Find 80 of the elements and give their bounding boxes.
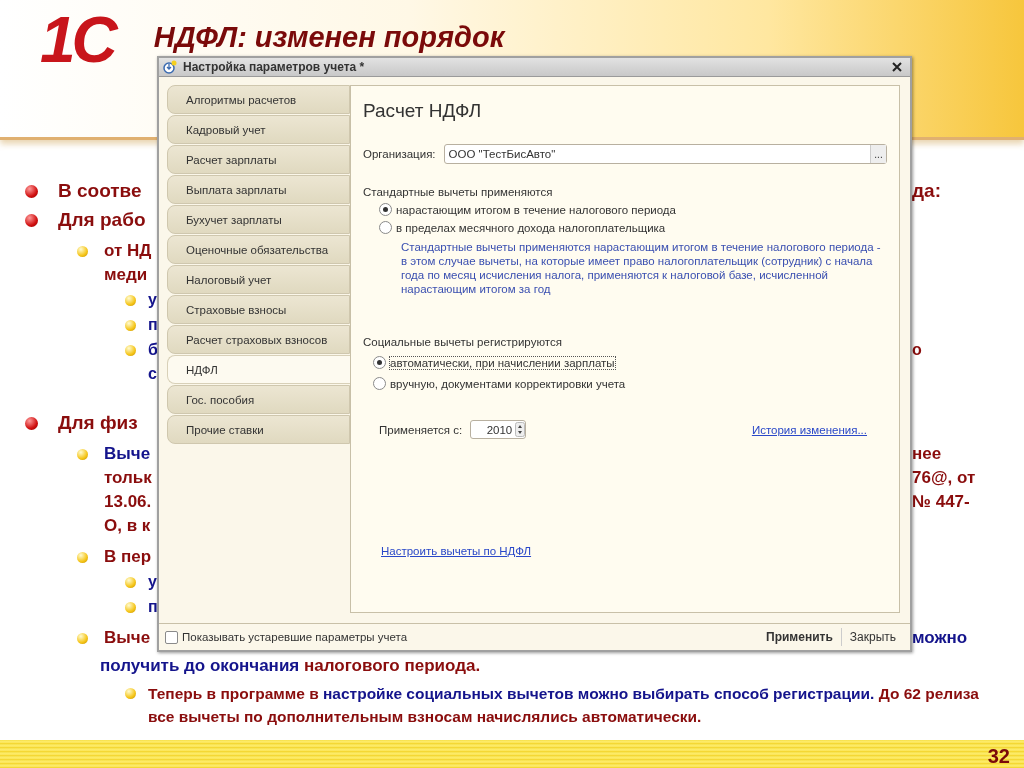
history-link[interactable]: История изменения... [751,423,867,436]
organization-label: Организация: [363,148,436,160]
radio-label[interactable]: вручную, документами корректировки учета [390,377,626,390]
bullet-text: получить до окончания налогового периода. [100,655,481,677]
organization-field[interactable]: ООО "ТестБисАвто" ... [443,144,887,164]
radio-label[interactable]: автоматически, при начислении зарплаты [390,356,615,369]
bullet-icon [125,576,136,588]
bullet-text: п [148,598,157,616]
settings-tab[interactable]: Страховые взносы [167,295,350,324]
bullet-text: В соотве [58,180,142,202]
bullet-text: Для рабо [58,209,146,231]
settings-tab[interactable]: Кадровый учет [167,115,350,144]
radio-label[interactable]: в пределах месячного дохода налогоплательщика [396,221,666,234]
bullet-icon [125,319,136,331]
year-field[interactable]: 2010 [470,420,527,439]
panel-heading: Расчет НДФЛ [363,100,483,122]
bullet-icon [125,294,136,306]
settings-tab[interactable]: Прочие ставки [167,415,350,444]
bullet-text: можно [912,628,968,647]
bullet-text: п [148,316,157,334]
bullet-text: 76@, от [912,468,976,487]
bullet-icon [125,601,136,613]
bullet-text: да: [912,180,941,201]
bullet-text: у [148,291,157,309]
settings-tab[interactable]: Расчет зарплаты [167,145,350,174]
bullet-text: № 447- [912,492,970,511]
info-note: Стандартные вычеты применяются нарастающим итогом в течение налогового периода - в этом случае вычеты, на которые имеет право налогоплательщик (сотрудник) с начала года по месяц исчисления налога, применяются к налоговой базе, исчисленной нарастающим итогом за год [401,240,882,296]
page-number: 32 [987,745,1010,768]
bullet-text: Выче [104,628,151,648]
window-title: Настройка параметров учета * [183,60,366,74]
slide-title: НДФЛ: изменен порядок [153,20,505,54]
close-icon[interactable] [892,62,902,72]
bullet-icon [25,213,38,227]
bullet-text: с [148,365,157,383]
bullet-text: Выче [104,444,151,464]
settings-tab[interactable]: Выплата зарплаты [167,175,350,204]
bullet-icon [77,551,88,563]
checkbox-label[interactable]: Показывать устаревшие параметры учета [182,631,758,643]
bullet-text: Для физ [58,412,138,434]
radio-button[interactable] [379,221,392,234]
bullet-text: О, в к [104,516,151,536]
spin-arrows-icon[interactable] [515,422,526,437]
bullet-text: нее [912,444,942,463]
applies-label: Применяется с: [379,423,463,436]
bullet-text: б [148,341,157,359]
bullet-text: тольк [104,468,152,488]
window-icon [163,60,177,74]
bullet-icon [25,416,38,430]
radio-button[interactable] [379,203,392,216]
group-label: Социальные вычеты регистрируются [363,336,563,348]
radio-button[interactable] [373,356,386,369]
settings-tab[interactable]: Алгоритмы расчетов [167,85,350,114]
bullet-text: от НД [104,241,152,261]
checkbox[interactable] [165,630,178,644]
bullet-text: Теперь в программе в настройке социальных вычетов можно выбирать способ регистрации. До 62 релиза все вычеты по дополнительным взносам начислялись автоматически. [148,684,980,727]
bullet-icon [77,448,88,460]
settings-tab[interactable]: НДФЛ [167,355,350,384]
settings-tab[interactable]: Оценочные обязательства [167,235,350,264]
bullet-text: о [912,341,922,358]
bullet-text: у [148,573,157,591]
settings-tab[interactable]: Бухучет зарплаты [167,205,350,234]
settings-tab[interactable]: Гос. пособия [167,385,350,414]
dialog-button[interactable]: Закрыть [840,628,904,646]
bullet-icon [125,688,136,699]
bullet-icon [125,344,136,356]
setup-link[interactable]: Настроить вычеты по НДФЛ [381,545,532,557]
dialog-button[interactable]: Применить [758,628,841,646]
bullet-text: В пер [104,547,152,567]
bullet-icon [77,245,88,257]
bullet-icon [77,632,88,644]
bullet-icon [25,184,38,198]
bullet-text: меди [104,265,148,285]
settings-tab[interactable]: Расчет страховых взносов [167,325,350,354]
radio-button[interactable] [373,377,386,390]
radio-label[interactable]: нарастающим итогом в течение налогового периода [396,203,676,216]
logo: 1С [40,8,114,72]
bullet-text: 13.06. [104,492,152,512]
select-button[interactable]: ... [870,145,886,163]
settings-tab[interactable]: Налоговый учет [167,265,350,294]
group-label: Стандартные вычеты применяются [363,186,554,198]
